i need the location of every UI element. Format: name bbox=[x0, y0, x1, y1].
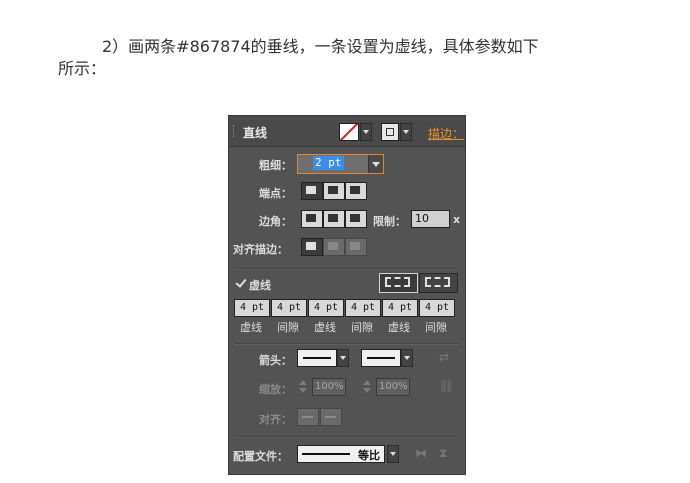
dash-2-label: 虚线 bbox=[314, 321, 336, 334]
divider bbox=[235, 436, 459, 438]
align-arrows-label: 对齐： bbox=[259, 413, 292, 426]
link-chain-icon[interactable]: ⛓ bbox=[439, 379, 454, 393]
weight-input[interactable]: 2 pt bbox=[297, 154, 384, 174]
preserve-dash-button[interactable] bbox=[379, 273, 418, 293]
butt-cap-button[interactable] bbox=[301, 182, 323, 200]
weight-dropdown-icon[interactable] bbox=[368, 155, 383, 173]
dash-2-input[interactable]: 4 pt bbox=[308, 299, 344, 317]
start-arrowhead-dropdown[interactable] bbox=[337, 349, 349, 367]
round-join-button[interactable] bbox=[323, 210, 345, 228]
align-center-icon bbox=[306, 242, 316, 250]
end-scale-input[interactable]: 100% bbox=[376, 378, 410, 396]
limit-input[interactable]: 10 bbox=[411, 210, 450, 228]
align-dash-corners-icon bbox=[425, 277, 450, 287]
flip-across-icon[interactable]: ⧗ bbox=[439, 446, 447, 461]
miter-join-button[interactable] bbox=[301, 210, 323, 228]
limit-label: 限制： bbox=[373, 215, 406, 228]
stroke-panel: 直线 描边： 粗细： 2 pt 端点： 边角： 限制： 10 x 对齐描边： 虚… bbox=[228, 115, 466, 475]
start-arrowhead-select[interactable] bbox=[297, 349, 337, 367]
uniform-profile-icon bbox=[302, 453, 350, 455]
round-cap-button[interactable] bbox=[323, 182, 345, 200]
dash-3-input[interactable]: 4 pt bbox=[382, 299, 418, 317]
projecting-cap-button[interactable] bbox=[345, 182, 367, 200]
stroke-color-dropdown[interactable] bbox=[360, 123, 372, 141]
scale-label: 缩放： bbox=[259, 383, 292, 396]
divider bbox=[235, 268, 459, 270]
no-color-slash-icon bbox=[340, 124, 358, 140]
weight-value[interactable]: 2 pt bbox=[313, 156, 344, 170]
profile-value: 等比 bbox=[358, 449, 380, 462]
arrowheads-label: 箭头： bbox=[259, 354, 292, 367]
weight-label: 粗细： bbox=[259, 159, 292, 172]
gap-2-input[interactable]: 4 pt bbox=[345, 299, 381, 317]
start-scale-spinner[interactable] bbox=[297, 378, 309, 396]
profile-select[interactable]: 等比 bbox=[297, 445, 385, 463]
corner-label: 边角： bbox=[259, 215, 292, 228]
end-arrowhead-dropdown[interactable] bbox=[401, 349, 413, 367]
round-join-icon bbox=[328, 214, 338, 222]
align-center-button[interactable] bbox=[301, 238, 323, 256]
align-inside-icon bbox=[328, 242, 338, 250]
end-arrowhead-select[interactable] bbox=[361, 349, 401, 367]
gap-2-label: 间隙 bbox=[351, 321, 373, 334]
dash-1-label: 虚线 bbox=[240, 321, 262, 334]
dashed-label: 虚线 bbox=[249, 279, 271, 292]
align-stroke-label: 对齐描边： bbox=[233, 243, 288, 256]
dashed-checkbox[interactable] bbox=[235, 277, 246, 288]
gap-1-input[interactable]: 4 pt bbox=[271, 299, 307, 317]
instruction-line-1: 2）画两条#867874的垂线，一条设置为虚线，具体参数如下 bbox=[102, 37, 539, 56]
arrowhead-none-icon bbox=[367, 357, 395, 359]
dash-1-input[interactable]: 4 pt bbox=[234, 299, 270, 317]
panel-title: 直线 bbox=[243, 126, 268, 140]
arrow-tip-beyond-button[interactable] bbox=[297, 408, 319, 426]
divider bbox=[235, 343, 459, 345]
bevel-join-button[interactable] bbox=[345, 210, 367, 228]
align-outside-icon bbox=[350, 242, 360, 250]
panel-grip-icon[interactable] bbox=[233, 125, 236, 137]
align-outside-button[interactable] bbox=[345, 238, 367, 256]
flip-along-icon[interactable]: ⧓ bbox=[415, 446, 427, 460]
bevel-join-icon bbox=[350, 214, 360, 222]
miter-join-icon bbox=[306, 214, 316, 222]
butt-cap-icon bbox=[306, 186, 316, 194]
cap-label: 端点： bbox=[259, 187, 292, 200]
gap-1-label: 间隙 bbox=[277, 321, 299, 334]
dash-3-label: 虚线 bbox=[388, 321, 410, 334]
profile-dropdown[interactable] bbox=[387, 445, 399, 463]
align-inside-button[interactable] bbox=[323, 238, 345, 256]
end-scale-spinner[interactable] bbox=[361, 378, 373, 396]
stroke-color-swatch[interactable] bbox=[339, 123, 359, 141]
round-cap-icon bbox=[328, 186, 338, 194]
start-scale-input[interactable]: 100% bbox=[312, 378, 346, 396]
align-dash-corners-button[interactable] bbox=[419, 273, 458, 293]
arrowhead-none-icon bbox=[303, 357, 331, 359]
projecting-cap-icon bbox=[350, 186, 360, 194]
swap-arrows-icon[interactable]: ⇄ bbox=[439, 350, 449, 364]
instruction-line-2: 所示： bbox=[58, 59, 107, 78]
profile-label: 配置文件： bbox=[233, 450, 288, 463]
preserve-dash-icon bbox=[385, 277, 410, 287]
stroke-style-swatch[interactable] bbox=[381, 123, 399, 141]
gap-3-input[interactable]: 4 pt bbox=[419, 299, 455, 317]
instruction-text: 2）画两条#867874的垂线，一条设置为虚线，具体参数如下 所示： bbox=[58, 36, 658, 80]
stroke-panel-link[interactable]: 描边： bbox=[428, 125, 464, 142]
arrow-tip-at-end-button[interactable] bbox=[320, 408, 342, 426]
limit-unit: x bbox=[453, 213, 461, 226]
gap-3-label: 间隙 bbox=[425, 321, 447, 334]
stroke-style-dropdown[interactable] bbox=[400, 123, 412, 141]
